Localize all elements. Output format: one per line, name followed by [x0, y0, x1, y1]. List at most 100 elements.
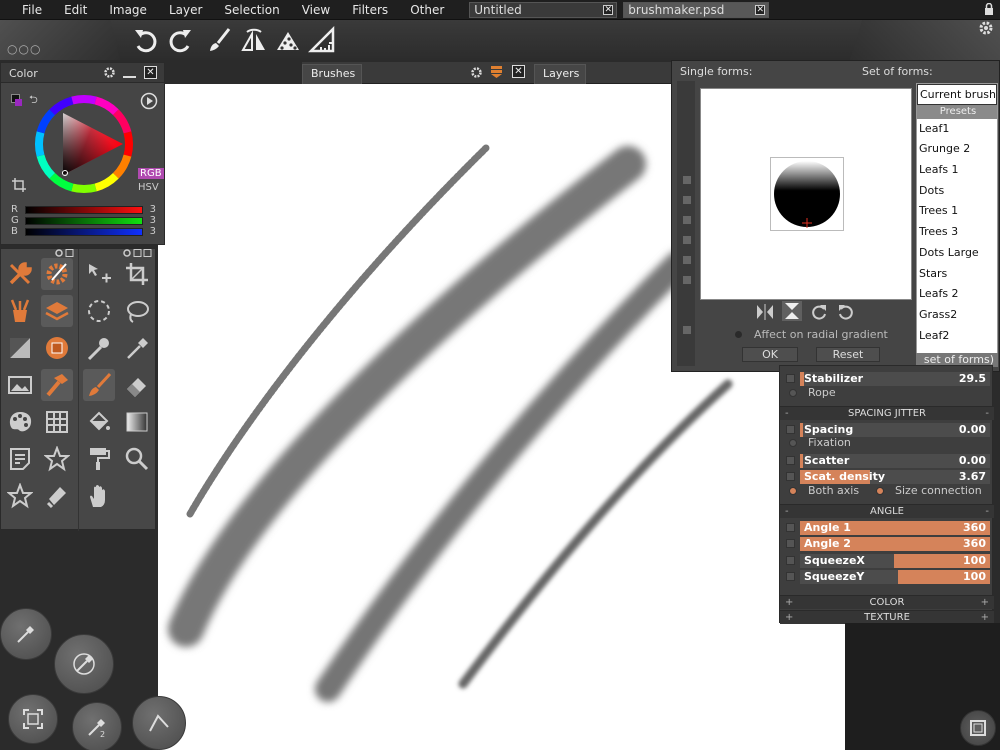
flip-horizontal-icon[interactable]: [755, 303, 775, 321]
spacing-checkbox[interactable]: [786, 425, 795, 434]
list-item[interactable]: Dots Large: [917, 243, 997, 264]
slider-b[interactable]: B 3: [11, 226, 156, 237]
tool-grid[interactable]: [41, 406, 73, 438]
list-item-current-brush[interactable]: Current brush: [917, 84, 997, 105]
tool-ellipse-select[interactable]: [83, 295, 115, 327]
tool-image[interactable]: [4, 369, 36, 401]
section-color[interactable]: + COLOR +: [780, 595, 994, 609]
secondary-color-swatch[interactable]: [15, 99, 22, 106]
strip-item[interactable]: [683, 176, 691, 184]
list-item[interactable]: Grass2: [917, 305, 997, 326]
tool-zoom[interactable]: [121, 443, 153, 475]
both-axis-radio[interactable]: [789, 487, 797, 495]
fixation-option[interactable]: Fixation: [784, 436, 990, 449]
tool-brushes[interactable]: [4, 295, 36, 327]
strip-item[interactable]: [683, 256, 691, 264]
list-item[interactable]: Dots: [917, 181, 997, 202]
tool-eyedropper[interactable]: [121, 332, 153, 364]
slider-g[interactable]: G 3: [11, 215, 156, 226]
list-item[interactable]: Trees 1: [917, 201, 997, 222]
play-icon[interactable]: [140, 92, 158, 110]
close-icon[interactable]: ✕: [603, 4, 614, 15]
line-round-button[interactable]: [132, 696, 186, 750]
ruler-button[interactable]: [306, 24, 338, 56]
minimize-icon[interactable]: [123, 68, 136, 78]
angle2-checkbox[interactable]: [786, 539, 795, 548]
tool-settings[interactable]: [4, 258, 36, 290]
stabilizer-slider[interactable]: Stabilizer 29.5: [784, 372, 990, 386]
list-item[interactable]: Trees 3: [917, 222, 997, 243]
tab-layers[interactable]: Layers: [534, 64, 586, 84]
strip-item[interactable]: [683, 236, 691, 244]
tools-header-icons[interactable]: [55, 249, 75, 257]
tool-move[interactable]: [83, 258, 115, 290]
section-spacing-jitter[interactable]: - SPACING JITTER -: [780, 406, 994, 420]
list-item[interactable]: Leafs 2: [917, 284, 997, 305]
strip-item[interactable]: [683, 326, 691, 334]
tool-star[interactable]: [41, 443, 73, 475]
flip-vertical-icon[interactable]: [782, 301, 802, 321]
slider-track[interactable]: [25, 206, 143, 214]
spacing-slider[interactable]: Spacing 0.00: [784, 423, 990, 437]
angle2-slider[interactable]: Angle 2 360: [784, 537, 990, 551]
menu-other[interactable]: Other: [399, 0, 455, 20]
tool-hand[interactable]: [83, 480, 115, 512]
tool-fill[interactable]: [83, 406, 115, 438]
tab-brushmaker[interactable]: brushmaker.psd ✕: [623, 1, 770, 18]
tool-eraser[interactable]: [121, 369, 153, 401]
tool-adjust[interactable]: [4, 332, 36, 364]
section-texture[interactable]: + TEXTURE +: [780, 610, 994, 624]
tool-stamp[interactable]: [41, 480, 73, 512]
menu-edit[interactable]: Edit: [53, 0, 98, 20]
list-item[interactable]: Leafs 1: [917, 160, 997, 181]
redo-button[interactable]: [164, 24, 196, 56]
reset-button[interactable]: Reset: [816, 347, 880, 362]
strip-item[interactable]: [683, 276, 691, 284]
list-item-presets[interactable]: Presets: [917, 104, 997, 119]
ok-button[interactable]: OK: [742, 347, 798, 362]
fixation-radio[interactable]: [789, 439, 797, 447]
menu-file[interactable]: File: [0, 0, 53, 20]
tools-header-icons[interactable]: [123, 249, 153, 257]
angle1-slider[interactable]: Angle 1 360: [784, 521, 990, 535]
tool-record[interactable]: [41, 332, 73, 364]
scatter-checkbox[interactable]: [786, 456, 795, 465]
scat-density-checkbox[interactable]: [786, 472, 795, 481]
eyedropper-2-round-button[interactable]: 2: [72, 702, 122, 750]
tool-gradient[interactable]: [121, 406, 153, 438]
color-wheel[interactable]: [33, 93, 135, 195]
rope-radio[interactable]: [789, 389, 797, 397]
tab-brushes[interactable]: Brushes: [302, 64, 362, 84]
tool-palette[interactable]: [4, 406, 36, 438]
menu-image[interactable]: Image: [98, 0, 158, 20]
rope-option[interactable]: Rope: [784, 386, 990, 399]
slider-track[interactable]: [25, 228, 143, 236]
slider-r[interactable]: R 3: [11, 204, 156, 215]
tool-hammer[interactable]: [41, 369, 73, 401]
squeezey-checkbox[interactable]: [786, 572, 795, 581]
menu-layer[interactable]: Layer: [158, 0, 213, 20]
squeezex-slider[interactable]: SqueezeX 100: [784, 554, 990, 568]
tool-roller[interactable]: [83, 443, 115, 475]
gear-icon[interactable]: [978, 20, 994, 36]
list-item[interactable]: Leaf2: [917, 326, 997, 347]
brush-dots-button[interactable]: [272, 24, 304, 56]
symmetry-button[interactable]: [238, 24, 270, 56]
close-icon[interactable]: ✕: [144, 66, 157, 79]
more-icon[interactable]: ○○○: [7, 42, 41, 56]
eyedropper-round-button[interactable]: [0, 608, 52, 660]
rotate-cw-icon[interactable]: [810, 303, 828, 321]
mode-rgb[interactable]: RGB: [138, 168, 164, 179]
tool-brush-settings[interactable]: [41, 258, 73, 290]
list-item[interactable]: Grunge 2: [917, 139, 997, 160]
close-icon[interactable]: ✕: [755, 4, 766, 15]
eyedropper-off-round-button[interactable]: [54, 634, 114, 694]
angle1-checkbox[interactable]: [786, 523, 795, 532]
form-preview[interactable]: [700, 88, 912, 300]
section-angle[interactable]: - ANGLE -: [780, 504, 994, 518]
stabilizer-checkbox[interactable]: [786, 374, 795, 383]
scatter-slider[interactable]: Scatter 0.00: [784, 454, 990, 468]
squeezex-checkbox[interactable]: [786, 556, 795, 565]
menu-selection[interactable]: Selection: [213, 0, 290, 20]
frame-round-button[interactable]: [8, 694, 58, 744]
